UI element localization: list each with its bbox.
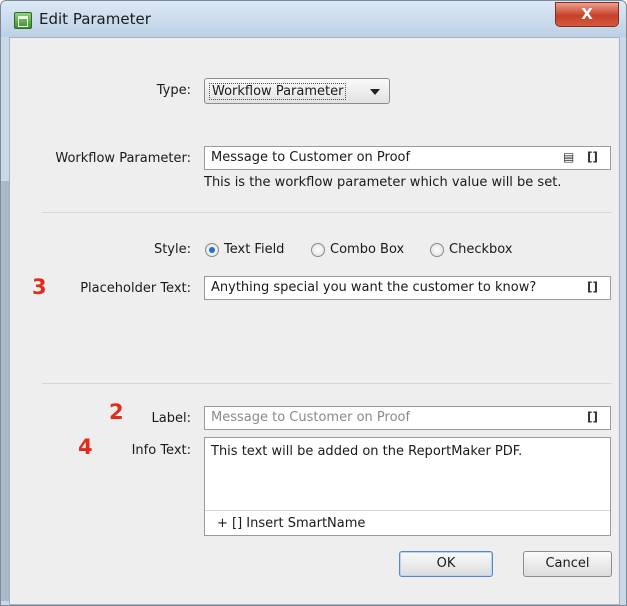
divider — [42, 212, 612, 213]
app-icon — [14, 12, 32, 29]
radio-text-field[interactable] — [205, 243, 219, 257]
info-text-value: This text will be added on the ReportMak… — [211, 444, 523, 459]
label-field-label: Label: — [151, 411, 191, 426]
style-label: Style: — [153, 242, 191, 257]
placeholder-text-value: Anything special you want the customer t… — [211, 280, 537, 295]
divider — [205, 510, 610, 511]
smartname-icon[interactable]: [] — [587, 410, 598, 424]
info-text-label: Info Text: — [131, 443, 191, 458]
placeholder-text-label: Placeholder Text: — [80, 281, 191, 296]
annotation-marker-3: 3 — [32, 275, 47, 299]
radio-checkbox[interactable] — [430, 243, 444, 257]
list-icon[interactable]: ▤ — [563, 150, 574, 164]
dialog-title: Edit Parameter — [39, 10, 151, 28]
insert-smartname-button[interactable]: + [] Insert SmartName — [217, 516, 365, 531]
workflow-parameter-label: Workflow Parameter: — [55, 151, 191, 166]
cancel-button[interactable]: Cancel — [523, 551, 612, 577]
edit-parameter-dialog: Edit Parameter X Type: Workflow Paramete… — [0, 0, 627, 606]
smartname-icon[interactable]: [] — [587, 280, 598, 294]
label-input[interactable]: Message to Customer on Proof — [204, 406, 611, 430]
type-label: Type: — [156, 83, 191, 98]
radio-checkbox-label[interactable]: Checkbox — [449, 242, 513, 257]
annotation-marker-2: 2 — [109, 400, 124, 424]
annotation-marker-4: 4 — [78, 435, 93, 459]
workflow-parameter-hint: This is the workflow parameter which val… — [204, 175, 562, 190]
workflow-parameter-value: Message to Customer on Proof — [211, 150, 411, 165]
workflow-parameter-field[interactable]: Message to Customer on Proof — [204, 146, 611, 170]
title-bar[interactable]: Edit Parameter X — [1, 1, 626, 37]
info-text-area[interactable]: This text will be added on the ReportMak… — [204, 437, 611, 536]
radio-text-field-label[interactable]: Text Field — [224, 242, 284, 257]
radio-combo-box-label[interactable]: Combo Box — [330, 242, 404, 257]
divider — [42, 383, 612, 384]
smartname-icon[interactable]: [] — [587, 150, 598, 164]
dialog-content: Type: Workflow Parameter Workflow Parame… — [9, 37, 620, 605]
placeholder-text-field[interactable]: Anything special you want the customer t… — [204, 276, 611, 300]
ok-button[interactable]: OK — [399, 551, 493, 577]
label-input-placeholder: Message to Customer on Proof — [211, 410, 411, 425]
close-button[interactable]: X — [555, 2, 619, 27]
radio-combo-box[interactable] — [311, 243, 325, 257]
type-select[interactable]: Workflow Parameter — [204, 78, 390, 104]
chevron-down-icon — [370, 89, 380, 95]
type-select-value: Workflow Parameter — [209, 83, 347, 100]
background-window-edge — [1, 181, 9, 601]
